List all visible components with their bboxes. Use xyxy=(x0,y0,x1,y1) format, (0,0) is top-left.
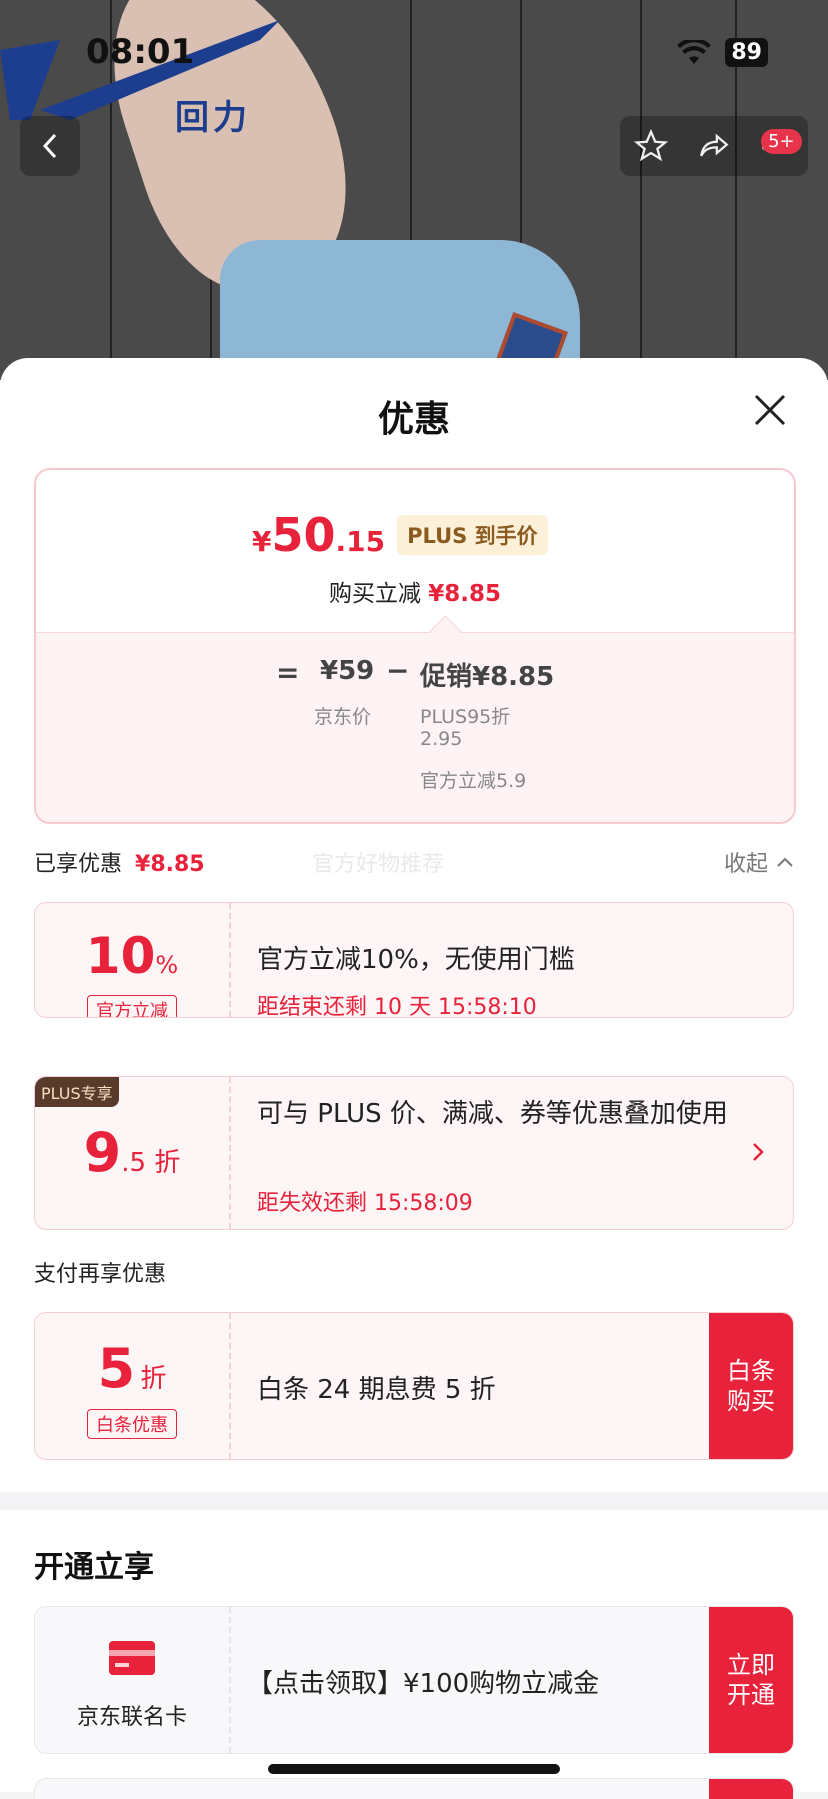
coupon-plus-exclusive[interactable]: PLUS专享 9.5 折 可与 PLUS 价、满减、券等优惠叠加使用 距失效还剩… xyxy=(34,1076,794,1230)
back-button[interactable] xyxy=(20,116,80,176)
open-card-button[interactable]: 立即 开通 xyxy=(709,1607,793,1753)
coupon-title: 白条 24 期息费 5 折 xyxy=(257,1375,496,1405)
jd-price: ¥59 xyxy=(320,656,375,686)
plus-price-badge: PLUS 到手价 xyxy=(397,515,548,555)
final-price: ¥ 50 .15 PLUS 到手价 xyxy=(252,508,548,562)
battery-indicator: 89 xyxy=(725,38,768,67)
star-icon[interactable] xyxy=(634,129,669,163)
chevron-right-icon xyxy=(753,1143,764,1161)
promo-detail-plus: PLUS95折 xyxy=(420,706,511,728)
card-offer-title: 【点击领取】¥100购物立减金 xyxy=(247,1669,600,1699)
promo-detail-official: 官方立减5.9 xyxy=(420,770,527,792)
coupon-title: 可与 PLUS 价、满减、券等优惠叠加使用 xyxy=(257,1099,728,1129)
baitiao-buy-button[interactable]: 白条 购买 xyxy=(709,1313,793,1459)
credit-card-icon xyxy=(109,1641,155,1675)
brand-logo-text: 回力 xyxy=(175,98,251,138)
coupon-countdown: 距结束还剩 10 天 15:58:10 xyxy=(257,995,537,1018)
coupon-title: 官方立减10%，无使用门槛 xyxy=(257,945,575,975)
share-icon[interactable] xyxy=(697,129,731,163)
pay-section-label: 支付再享优惠 xyxy=(34,1262,167,1287)
chevron-up-icon xyxy=(777,857,793,867)
promo-amount: 促销¥8.85 xyxy=(420,662,555,692)
coupon-tag: 白条优惠 xyxy=(87,1409,177,1439)
enjoyed-discount: 已享优惠 ¥8.85 xyxy=(34,852,205,877)
coupon-official-reduction[interactable]: 10% 官方立减 官方立减10%，无使用门槛 距结束还剩 10 天 15:58:… xyxy=(34,902,794,1018)
card-name: 京东联名卡 xyxy=(76,1705,187,1730)
sheet-title: 优惠 xyxy=(377,399,450,440)
faded-recommend-text: 官方好物推荐 xyxy=(312,852,445,877)
top-action-group: 5+ xyxy=(620,116,808,176)
coupon-tag: 官方立减 xyxy=(87,995,177,1017)
close-icon[interactable] xyxy=(752,392,788,428)
coupon-countdown: 距失效还剩 15:58:09 xyxy=(257,1191,473,1216)
reduction-line: 购买立减 ¥8.85 xyxy=(328,581,502,607)
plus-exclusive-tag: PLUS专享 xyxy=(35,1077,119,1107)
more-button[interactable]: 5+ xyxy=(760,128,802,156)
open-section-label: 开通立享 xyxy=(34,1550,154,1585)
jd-cobrand-card-offer[interactable]: 京东联名卡 【点击领取】¥100购物立减金 立即 开通 xyxy=(34,1606,794,1754)
wifi-icon xyxy=(677,39,712,64)
status-time: 08:01 xyxy=(86,32,195,72)
coupon-baitiao[interactable]: 5 折 白条优惠 白条 24 期息费 5 折 白条 购买 xyxy=(34,1312,794,1460)
cart-badge: 5+ xyxy=(761,128,802,154)
jd-price-label: 京东价 xyxy=(314,706,372,728)
price-summary-card: ¥ 50 .15 PLUS 到手价 购买立减 ¥8.85 = ¥59 京东价 −… xyxy=(34,468,796,824)
collapse-button[interactable]: 收起 xyxy=(724,846,794,878)
status-icons: 89 xyxy=(677,38,768,67)
chevron-left-icon xyxy=(42,133,57,159)
promo-detail-plus-value: 2.95 xyxy=(420,728,463,750)
discount-sheet: 优惠 ¥ 50 .15 PLUS 到手价 购买立减 ¥8.85 = ¥59 京东… xyxy=(0,358,828,1799)
home-indicator xyxy=(268,1764,560,1774)
